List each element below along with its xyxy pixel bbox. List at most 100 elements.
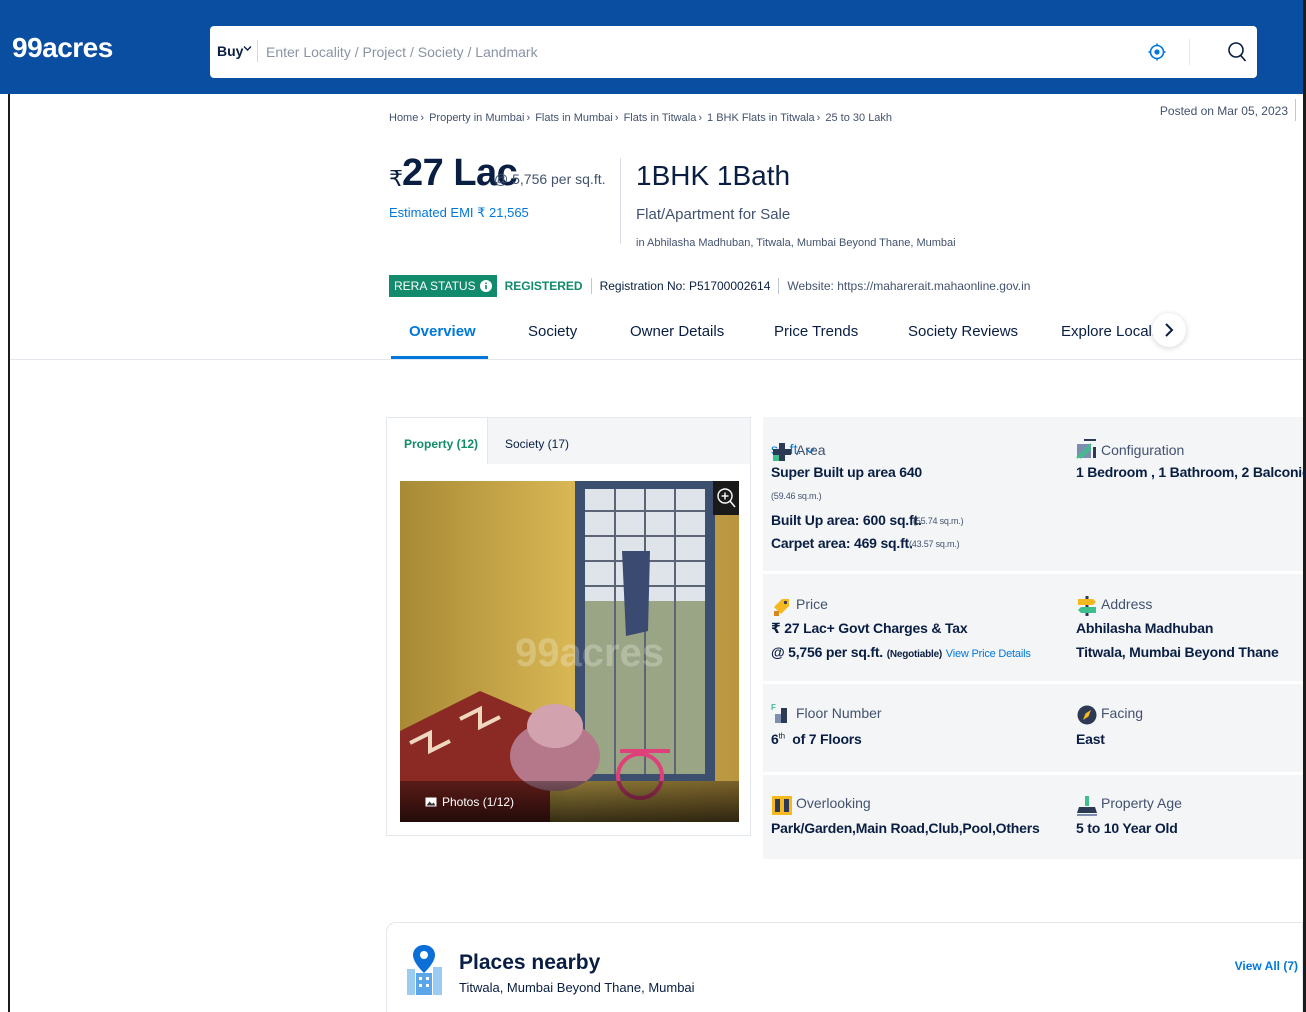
rera-strip: RERA STATUS REGISTERED Registration No: …: [389, 275, 1038, 297]
photo-count-label: Photos (1/12): [442, 795, 515, 809]
configuration-icon: [1076, 439, 1096, 459]
tab-society-reviews[interactable]: Society Reviews: [908, 323, 1018, 340]
breadcrumb-item[interactable]: Home: [389, 112, 418, 124]
divider: [1295, 99, 1296, 121]
search-icon[interactable]: [1225, 40, 1249, 64]
gallery-tab-society[interactable]: Society (17): [505, 437, 569, 451]
chevron-right-icon: ›: [816, 112, 821, 124]
divider: [763, 772, 1303, 775]
property-age-value: 5 to 10 Year Old: [1076, 820, 1178, 836]
breadcrumb: Home › Property in Mumbai › Flats in Mumba…: [389, 112, 892, 124]
zoom-button[interactable]: [713, 481, 739, 515]
price-per-sqft: @ 5,756 per sq.ft.: [494, 171, 606, 187]
tab-explore-locality[interactable]: Explore Locality: [1061, 323, 1167, 340]
super-built-area: Super Built up area 640: [771, 464, 923, 480]
tab-overview[interactable]: Overview: [409, 323, 476, 340]
floor-suffix: th: [778, 731, 785, 741]
building-age-icon: [1077, 796, 1097, 816]
breadcrumb-item[interactable]: Flats in Titwala: [624, 112, 697, 124]
area-label: Area: [796, 442, 826, 458]
chevron-down-icon[interactable]: [243, 44, 252, 55]
property-details-grid: Area Super Built up area 640 sq.ft. (59.…: [763, 417, 1306, 859]
left-edge-line: [8, 94, 10, 1012]
view-price-details-link[interactable]: View Price Details: [946, 648, 1031, 660]
tab-owner-details[interactable]: Owner Details: [630, 323, 724, 340]
places-nearby-title: Places nearby: [459, 951, 601, 974]
price-per-sqft-text: @ 5,756 per sq.ft.: [771, 644, 883, 660]
listing-type: Flat/Apartment for Sale: [636, 206, 791, 223]
divider: [620, 158, 621, 244]
price-tag-icon: [774, 599, 789, 616]
property-age-label: Property Age: [1101, 795, 1182, 811]
price-per-sqft-detail: @ 5,756 per sq.ft. (Negotiable) View Pri…: [771, 644, 1031, 660]
window-icon: [772, 796, 792, 815]
property-photo[interactable]: 99acres Photos (1/12): [400, 481, 739, 822]
price-label: Price: [796, 596, 828, 612]
signpost-icon: [1078, 596, 1096, 616]
divider: [257, 40, 258, 62]
estimated-emi-link[interactable]: Estimated EMI ₹ 21,565: [389, 205, 529, 221]
rera-status-label: RERA STATUS: [394, 279, 476, 293]
tabs-scroll-right-button[interactable]: [1152, 313, 1186, 347]
chevron-right-icon: ›: [420, 112, 425, 124]
top-header: 99acres Buy: [0, 0, 1306, 94]
floor-icon: F: [771, 703, 787, 723]
address-label: Address: [1101, 596, 1153, 612]
rera-website[interactable]: Website: https://maharerait.mahaonline.g…: [779, 279, 1038, 293]
rera-registered: REGISTERED: [504, 279, 583, 293]
breadcrumb-item[interactable]: Flats in Mumbai: [535, 112, 613, 124]
rera-status-badge[interactable]: RERA STATUS: [389, 275, 497, 297]
posted-date: Posted on Mar 05, 2023: [1159, 104, 1288, 118]
tab-price-trends[interactable]: Price Trends: [774, 323, 858, 340]
cell-filler: [1068, 505, 1303, 573]
photo-watermark: 99acres: [515, 631, 665, 675]
floor-label: Floor Number: [796, 705, 882, 721]
floor-value: 6th of 7 Floors: [771, 731, 862, 747]
rera-registration-number: Registration No: P51700002614: [599, 279, 771, 293]
breadcrumb-item[interactable]: Property in Mumbai: [429, 112, 524, 124]
listing-title: 1BHK 1Bath: [636, 160, 791, 191]
location-target-icon[interactable]: [1148, 43, 1166, 61]
divider: [763, 681, 1303, 684]
built-up-sqm: (55.74 sq.m.): [913, 516, 964, 526]
divider: [10, 359, 1303, 360]
breadcrumb-item[interactable]: 1 BHK Flats in Titwala: [707, 112, 815, 124]
svg-text:F: F: [771, 703, 776, 712]
price-detail-value: ₹ 27 Lac+ Govt Charges & Tax: [771, 620, 968, 636]
overlooking-label: Overlooking: [796, 795, 871, 811]
places-nearby-subtitle: Titwala, Mumbai Beyond Thane, Mumbai: [459, 980, 695, 995]
carpet-area: Carpet area: 469 sq.ft.: [771, 535, 913, 551]
info-icon[interactable]: [479, 280, 492, 292]
search-input[interactable]: [266, 36, 1126, 68]
city-location-icon: [407, 945, 442, 995]
area-cell: Area Super Built up area 640 sq.ft. (59.…: [771, 441, 964, 551]
negotiable-tag: (Negotiable): [886, 649, 943, 660]
compass-icon: [1077, 705, 1097, 725]
places-nearby-card: Places nearby Titwala, Mumbai Beyond Tha…: [386, 922, 1303, 1012]
chevron-right-icon: ›: [698, 112, 702, 124]
chevron-right-icon: ›: [614, 112, 619, 124]
listing-location: in Abhilasha Madhuban, Titwala, Mumbai B…: [636, 237, 956, 249]
site-logo[interactable]: 99acres: [12, 32, 113, 64]
breadcrumb-item[interactable]: 25 to 30 Lakh: [825, 112, 892, 124]
image-icon: [425, 797, 437, 807]
buy-dropdown[interactable]: Buy: [217, 43, 243, 59]
address-line1: Abhilasha Madhuban: [1076, 620, 1214, 636]
view-all-places-link[interactable]: View All (7): [1235, 959, 1298, 973]
gallery-tab-property[interactable]: Property (12): [404, 437, 478, 451]
search-bar: Buy: [210, 26, 1257, 78]
facing-value: East: [1076, 731, 1105, 747]
chevron-right-icon: [1165, 323, 1174, 337]
overlooking-value: Park/Garden,Main Road,Club,Pool,Others: [771, 820, 1040, 836]
photo-gallery-card: Property (12) Society (17) 99acres Photo…: [386, 417, 751, 836]
gallery-tabs: Property (12) Society (17): [387, 418, 750, 464]
super-built-sqm: (59.46 sq.m.): [771, 491, 822, 501]
configuration-label: Configuration: [1101, 442, 1185, 458]
photo-count[interactable]: Photos (1/12): [425, 795, 514, 809]
chevron-right-icon: ›: [526, 112, 531, 124]
carpet-sqm: (43.57 sq.m.): [909, 539, 960, 549]
address-line2: Titwala, Mumbai Beyond Thane: [1076, 644, 1279, 660]
tab-society[interactable]: Society: [528, 323, 577, 340]
built-up-area: Built Up area: 600 sq.ft.: [771, 512, 922, 528]
floor-number: 6: [771, 731, 779, 747]
